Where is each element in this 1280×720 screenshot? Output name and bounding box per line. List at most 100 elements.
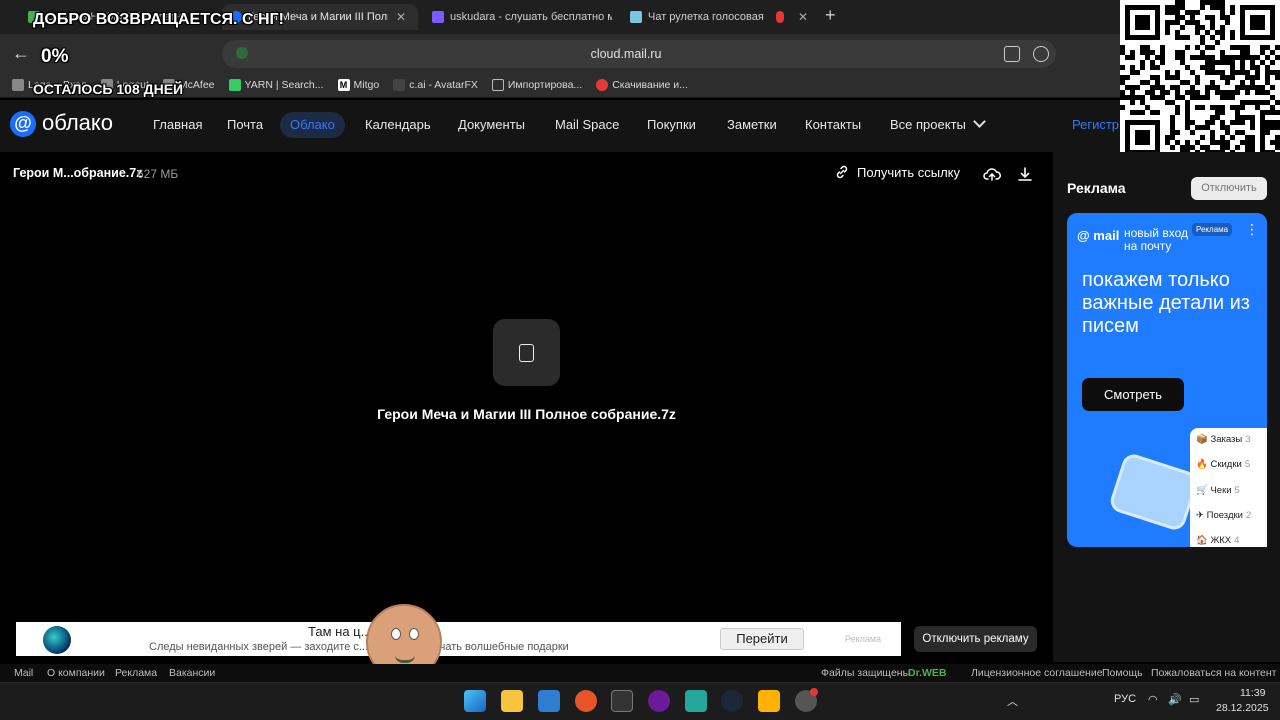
ad-list-item: 📦 Заказы 3 (1196, 434, 1251, 445)
steam-icon[interactable] (721, 690, 743, 712)
banner-go-button[interactable]: Перейти (720, 628, 804, 650)
get-link-label: Получить ссылку (857, 164, 961, 180)
bookmark-label: c.ai - AvatarFX (409, 78, 478, 91)
mail-logo-icon[interactable]: @ (10, 111, 36, 137)
tab-favicon (630, 11, 642, 23)
bookmark-label: YARN | Search... (244, 78, 324, 91)
battery-icon[interactable]: ▭ (1189, 693, 1199, 706)
ad-headline: покажем только важные детали из писем (1082, 269, 1250, 337)
file-explorer-icon[interactable] (501, 690, 523, 712)
nav-home[interactable]: Главная (143, 112, 212, 138)
media-player-icon[interactable] (648, 690, 670, 712)
back-arrow-icon[interactable]: ← (10, 42, 32, 64)
store-icon[interactable] (538, 690, 560, 712)
drweb-logo[interactable]: Dr.WEB (908, 667, 947, 679)
notification-dot-icon (810, 688, 818, 696)
wifi-icon[interactable]: ◠ (1148, 693, 1158, 706)
bookmark-item[interactable]: Импортирова... (491, 78, 583, 91)
share-icon[interactable] (1004, 46, 1020, 62)
tray-chevron-up-icon[interactable]: ︿ (1007, 693, 1018, 709)
new-tab-button[interactable]: + (825, 5, 836, 26)
link-icon (836, 165, 848, 179)
file-short-name: Герои М...обрание.7z (13, 166, 143, 180)
folder-icon (491, 78, 504, 91)
ad-list-item: 🏠 ЖКХ 4 (1196, 535, 1240, 546)
tab-chat-roulette[interactable]: Чат рулетка голосовая ✕ (622, 4, 818, 30)
bookmark-item[interactable]: M Mitgo (337, 78, 380, 91)
tab-label: Чат рулетка голосовая (648, 11, 764, 23)
overlay-days-left-text: ОСТАЛОСЬ 108 ДНЕЙ (33, 81, 184, 97)
bookmark-item[interactable]: c.ai - AvatarFX (393, 78, 478, 91)
nav-notes[interactable]: Заметки (717, 112, 787, 138)
avatar-eye (391, 628, 401, 640)
clock-time[interactable]: 11:39 (1240, 687, 1266, 699)
register-link[interactable]: Регистр (1072, 112, 1119, 138)
disable-ad-button[interactable]: Отключить (1191, 177, 1267, 200)
bookmark-label: Импортирова... (507, 78, 583, 91)
overlay-welcome-text: ДОБРО ВОЗВРАЩАЕТСЯ. С НГ! (33, 11, 284, 28)
bookmark-icon (12, 78, 24, 91)
app-icon[interactable] (685, 690, 707, 712)
bookmark-label: Mitgo (353, 78, 380, 91)
disable-ads-button[interactable]: Отключить рекламу (914, 626, 1037, 652)
footer-link-jobs[interactable]: Вакансии (169, 667, 215, 679)
tab-label: uskudara - слушать бесплатно му (450, 11, 612, 23)
banner-ad-label: Реклама (845, 634, 882, 644)
language-indicator[interactable]: РУС (1114, 693, 1136, 705)
file-title: Герои Меча и Магии III Полное собрание.7… (377, 406, 676, 422)
nav-documents[interactable]: Документы (448, 112, 535, 138)
cloud-upload-icon[interactable] (983, 166, 1001, 182)
nav-all-projects[interactable]: Все проекты (880, 112, 976, 138)
chat-icon[interactable] (1033, 46, 1049, 62)
start-menu-icon[interactable] (464, 690, 486, 712)
footer-link-mail[interactable]: Mail (14, 667, 33, 679)
bookmark-icon (393, 78, 406, 91)
footer-link-about[interactable]: О компании (47, 667, 105, 679)
browser-icon[interactable] (575, 690, 597, 712)
bookmark-label: McAfee (178, 78, 215, 91)
url-text: cloud.mail.ru (590, 47, 662, 61)
tab-uskudara[interactable]: uskudara - слушать бесплатно му (424, 4, 620, 30)
microphone-icon (776, 11, 784, 23)
ad-panel-title: Реклама (1067, 180, 1126, 196)
nav-purchases[interactable]: Покупки (637, 112, 706, 138)
close-tab-icon[interactable]: ✕ (798, 10, 808, 24)
more-options-icon[interactable]: ⋮ (1245, 221, 1259, 238)
terminal-icon[interactable] (611, 690, 633, 712)
footer-link-license[interactable]: Лицензионное соглашение (971, 667, 1103, 679)
app-icon[interactable] (758, 690, 780, 712)
bookmark-item[interactable]: YARN | Search... (228, 78, 324, 91)
clock-date[interactable]: 28.12.2025 (1216, 702, 1269, 714)
nav-mail[interactable]: Почта (217, 112, 273, 138)
footer-link-report[interactable]: Пожаловаться на контент (1151, 667, 1276, 679)
cloud-logo-text[interactable]: облако (42, 110, 113, 136)
avatar-eye (409, 628, 419, 640)
close-tab-icon[interactable]: ✕ (396, 10, 406, 24)
nav-mail-space[interactable]: Mail Space (545, 112, 629, 138)
footer-link-ads[interactable]: Реклама (115, 667, 157, 679)
nav-cloud[interactable]: Облако (280, 112, 345, 138)
tab-favicon (432, 11, 444, 23)
windows-taskbar (0, 682, 1280, 720)
ad-badge: Реклама (1192, 223, 1233, 236)
zip-icon (519, 344, 534, 362)
footer-link-help[interactable]: Помощь (1102, 667, 1143, 679)
nav-calendar[interactable]: Календарь (355, 112, 441, 138)
bookmark-label: Скачивание и... (612, 78, 688, 91)
volume-icon[interactable]: 🔊 (1168, 693, 1182, 706)
file-size: 627 МБ (137, 167, 179, 181)
get-link-button[interactable]: Получить ссылку (834, 164, 960, 180)
banner-logo (43, 626, 71, 654)
bookmark-icon (228, 78, 241, 91)
ad-list-item: 🔥 Скидки 5 (1196, 459, 1251, 470)
download-icon[interactable] (1017, 166, 1033, 182)
bookmark-icon (596, 78, 609, 91)
bookmark-icon: M (337, 78, 350, 91)
ad-watch-button[interactable]: Смотреть (1082, 378, 1184, 411)
ad-new-login-text: новый вход на почту (1124, 226, 1188, 253)
qr-code (1120, 0, 1280, 160)
footer-protected: Файлы защищены (821, 667, 911, 679)
bookmark-item[interactable]: Скачивание и... (596, 78, 688, 91)
ad-list-item: 🛒 Чеки 5 (1196, 485, 1240, 496)
nav-contacts[interactable]: Контакты (795, 112, 871, 138)
